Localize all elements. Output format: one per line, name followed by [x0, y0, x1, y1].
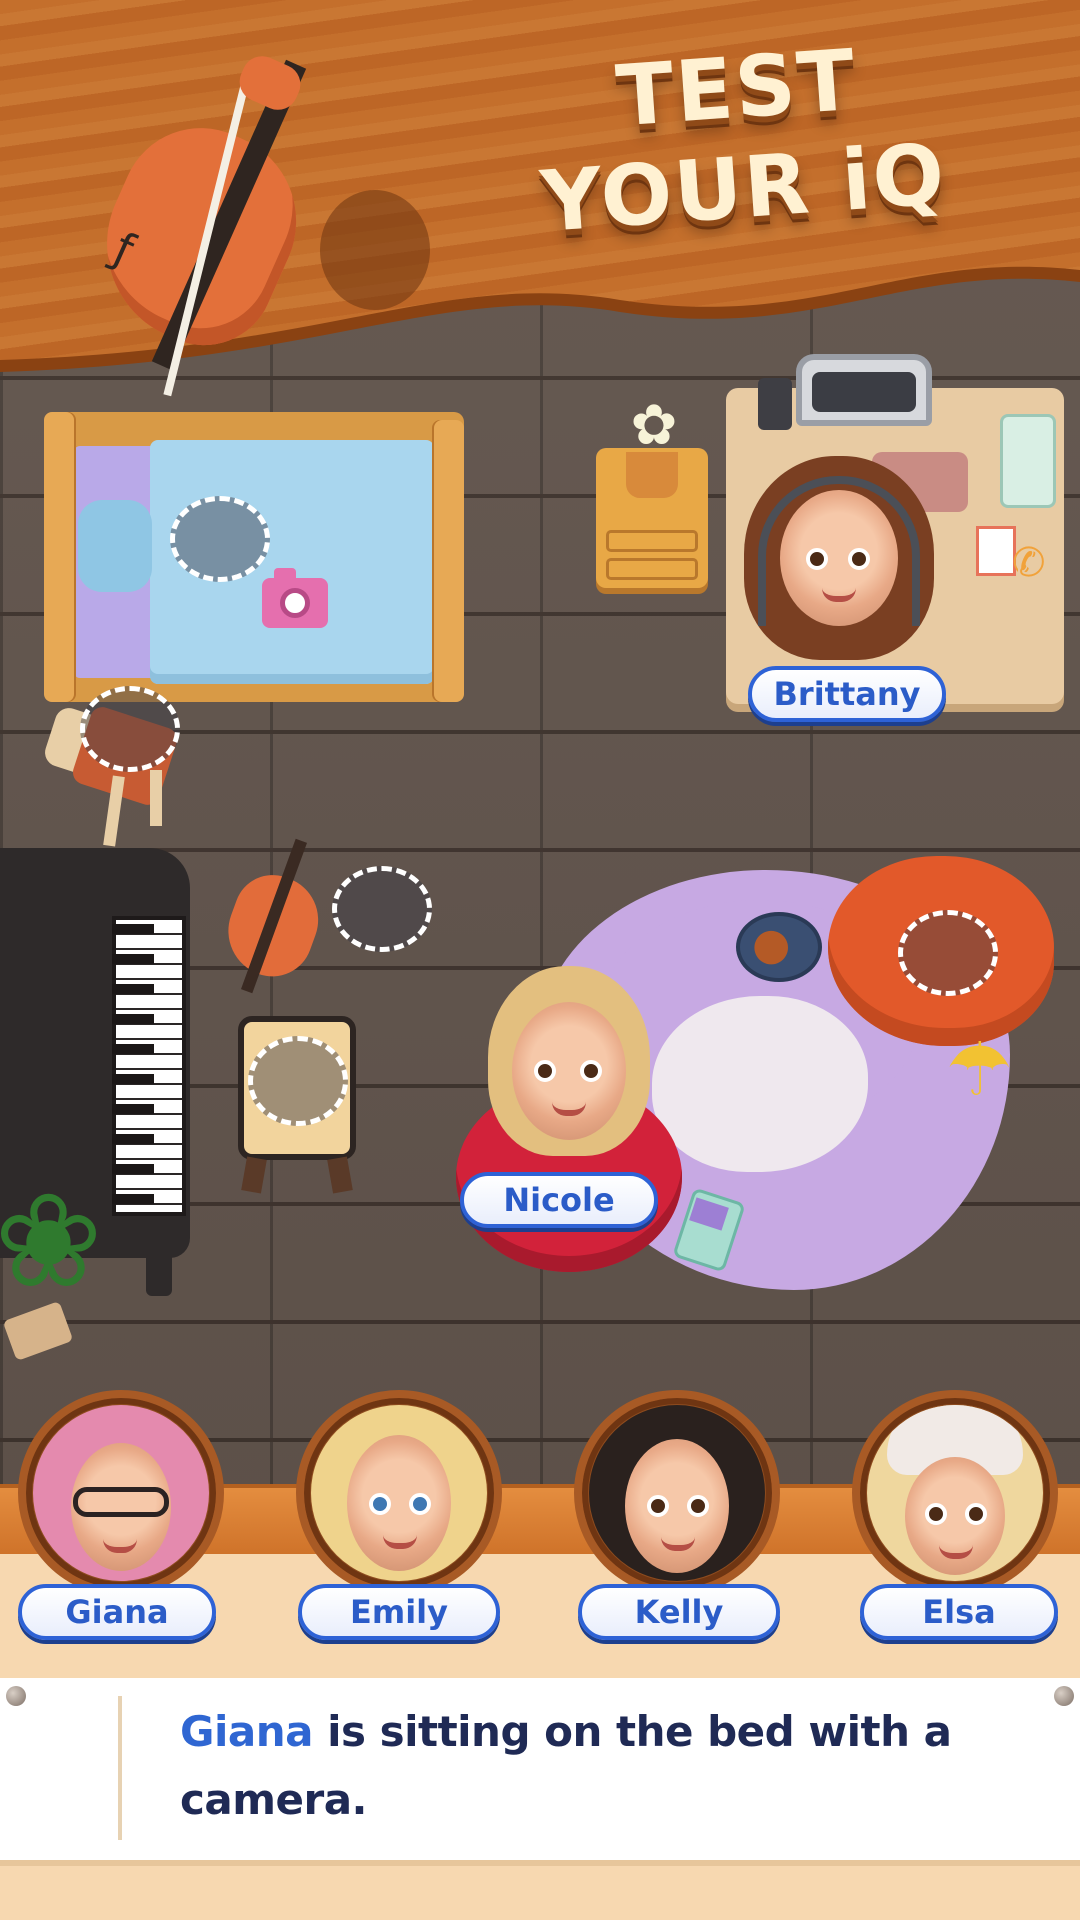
food-icon: ● [752, 919, 791, 970]
clue-subject: Giana [180, 1707, 313, 1756]
headphones-icon [758, 476, 920, 626]
roster-label-kelly: Kelly [578, 1584, 780, 1640]
seat-spot-violin[interactable] [332, 866, 432, 952]
nightstand-drawer [606, 530, 698, 552]
plant-icon: ❀ [0, 1165, 103, 1317]
seat-spot-bed[interactable] [170, 496, 270, 582]
phone-icon: ✆ [1012, 540, 1046, 586]
piano-leg [146, 1248, 172, 1296]
banner-violin-icon: ƒ [75, 49, 350, 397]
piano-black-keys [112, 916, 154, 1216]
speaker-icon [758, 378, 792, 430]
roster-label-giana: Giana [18, 1584, 216, 1640]
pillow [78, 500, 152, 592]
roster-label-emily: Emily [298, 1584, 500, 1640]
character-nicole[interactable] [488, 966, 650, 1156]
portrait-elsa[interactable] [867, 1405, 1043, 1581]
note-icon [976, 526, 1016, 576]
portrait-kelly[interactable] [589, 1405, 765, 1581]
portrait-giana[interactable] [33, 1405, 209, 1581]
seat-spot-chair[interactable] [80, 686, 180, 772]
game-title: TEST YOUR iQ [514, 23, 967, 253]
camera-lens [280, 588, 310, 618]
label-nicole: Nicole [460, 1172, 658, 1228]
bed-headboard [44, 412, 74, 702]
flower-icon: ✿ [630, 393, 678, 458]
roster-label-elsa: Elsa [860, 1584, 1058, 1640]
flower-pot [626, 452, 678, 498]
portrait-emily[interactable] [311, 1405, 487, 1581]
pin-icon [6, 1686, 26, 1706]
nightstand-drawer [606, 558, 698, 580]
clue-text: Giana is sitting on the bed with a camer… [180, 1698, 1040, 1834]
chair-leg [150, 770, 162, 826]
character-brittany[interactable] [744, 456, 934, 660]
monitor-screen [812, 372, 916, 412]
bed-footboard [434, 420, 464, 702]
seat-spot-stool[interactable] [248, 1036, 348, 1126]
giraffe-toy-icon: ☂ [946, 1027, 1013, 1113]
pin-icon [1054, 1686, 1074, 1706]
clue-divider [118, 1696, 122, 1840]
glasses-icon [73, 1487, 169, 1517]
label-brittany: Brittany [748, 666, 946, 722]
banner-violin-shadow [320, 190, 430, 310]
desk-organizer [1000, 414, 1056, 508]
seat-spot-beanbag[interactable] [898, 910, 998, 996]
rug-center [652, 996, 868, 1172]
